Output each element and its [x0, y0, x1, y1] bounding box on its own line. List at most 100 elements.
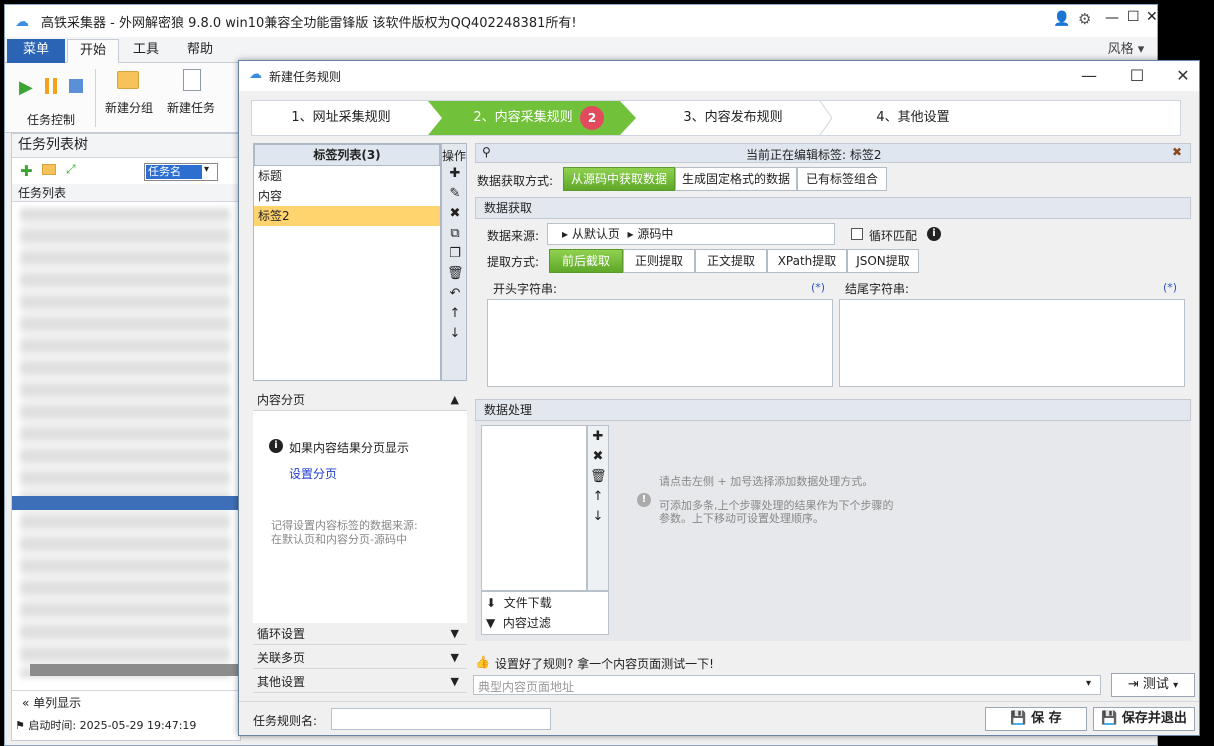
tab-tools[interactable]: 工具 [121, 39, 171, 63]
tab-menu[interactable]: 菜单 [7, 39, 65, 63]
play-icon[interactable]: ▶ [19, 77, 33, 98]
test-url-input[interactable]: 典型内容页面地址 ▾ [473, 675, 1101, 695]
save-exit-button[interactable]: 💾 保存并退出 [1093, 707, 1195, 731]
start-string-label: 开头字符串: [493, 282, 558, 296]
tag-item[interactable]: 标题 [254, 166, 440, 186]
new-group-button[interactable]: 新建分组 [101, 65, 157, 129]
other-settings-label: 其他设置 [257, 675, 306, 689]
arrow-up-icon[interactable]: ↑ [590, 489, 606, 504]
pagination-info: 如果内容结果分页显示 [289, 441, 410, 455]
step-publish-rules[interactable]: 3、内容发布规则 [648, 101, 818, 135]
start-string-input[interactable] [487, 299, 833, 387]
add-icon[interactable]: ✚ [590, 429, 606, 444]
dialog-title: 新建任务规则 [269, 70, 342, 84]
tab-help[interactable]: 帮助 [175, 39, 225, 63]
horizontal-scrollbar[interactable] [30, 664, 238, 676]
info-icon[interactable]: i [927, 227, 941, 241]
undo-icon[interactable]: ↶ [447, 286, 463, 301]
caret-right-icon: ▸ [562, 227, 569, 241]
edit-icon[interactable]: ✎ [447, 186, 463, 201]
pagination-header[interactable]: 内容分页 ▲ [253, 389, 467, 411]
step-content-rules[interactable]: 2、内容采集规则 [448, 101, 598, 135]
file-download-action[interactable]: ⬇ 文件下载 [486, 594, 552, 611]
set-pagination-link[interactable]: 设置分页 [289, 465, 337, 482]
loop-settings-label: 循环设置 [257, 627, 306, 641]
fetch-combine-tags-tab[interactable]: 已有标签组合 [797, 167, 887, 191]
dialog-minimize-button[interactable]: — [1069, 65, 1109, 89]
extract-xpath-tab[interactable]: XPath提取 [767, 249, 847, 273]
extract-regex-tab[interactable]: 正则提取 [623, 249, 695, 273]
new-task-rule-dialog: ☁ 新建任务规则 — ☐ ✕ 1、网址采集规则 2、内容采集规则 2 3、内容发… [238, 60, 1200, 736]
end-string-label: 结尾字符串: [845, 282, 910, 296]
status-bar: ⚑ 启动时间: 2025-05-29 19:47:19 [15, 717, 196, 733]
tag-item-selected[interactable]: 标签2 [254, 206, 440, 226]
user-icon[interactable]: 👤 [1053, 11, 1070, 27]
step-other-settings[interactable]: 4、其他设置 [828, 101, 998, 135]
minimize-button[interactable]: — [1105, 10, 1119, 26]
tag-list-header: 标签列表(3) [254, 144, 440, 166]
rule-name-label: 任务规则名: [253, 714, 318, 728]
task-tree-content[interactable] [20, 208, 230, 678]
filter-select[interactable]: 任务名 ▾ [144, 163, 218, 181]
main-title-bar: ☁ 高铁采集器 - 外网解密狼 9.8.0 win10兼容全功能雷锋版 该软件版… [5, 5, 1158, 37]
gear-icon[interactable]: ⚙ [1078, 10, 1091, 28]
task-tree-panel: 任务列表树 ✚ ⤢ 任务名 ▾ 任务列表 « 单列显示 [11, 133, 241, 741]
tab-start[interactable]: 开始 [67, 39, 119, 63]
dialog-maximize-button[interactable]: ☐ [1117, 65, 1157, 89]
chevron-down-icon: ▾ [1173, 680, 1179, 691]
expand-icon[interactable]: ⤢ [66, 162, 76, 177]
data-processing-header: 数据处理 [475, 399, 1191, 421]
task-list-header: 任务列表 [12, 184, 240, 202]
loop-settings-section[interactable]: 循环设置 ▼ [253, 623, 467, 645]
save-label: 保 存 [1031, 711, 1062, 726]
step-url-rules[interactable]: 1、网址采集规则 [252, 101, 430, 135]
arrow-up-icon[interactable]: ↑ [447, 306, 463, 321]
new-task-label: 新建任务 [167, 101, 216, 115]
close-button[interactable]: ✕ [1146, 9, 1158, 25]
content-filter-action[interactable]: ▼ 内容过滤 [486, 614, 551, 631]
stop-icon[interactable] [69, 79, 83, 93]
tag-list-panel: 标签列表(3) 标题 内容 标签2 [253, 143, 441, 381]
test-button[interactable]: ⇥ 测试 ▾ [1111, 673, 1195, 697]
related-pages-section[interactable]: 关联多页 ▼ [253, 647, 467, 669]
fetch-fixed-format-tab[interactable]: 生成固定格式的数据 [675, 167, 797, 191]
maximize-button[interactable]: ☐ [1127, 9, 1140, 25]
trash-icon[interactable]: 🗑 [447, 266, 464, 281]
add-icon[interactable]: ✚ [447, 166, 463, 181]
tag-ops-toolbar: 操作 ✚ ✎ ✖ ⧉ ❐ 🗑 ↶ ↑ ↓ [441, 143, 467, 381]
copy-icon[interactable]: ⧉ [447, 226, 463, 241]
add-icon[interactable]: ✚ [20, 162, 33, 180]
fetch-from-source-tab[interactable]: 从源码中获取数据 [563, 167, 675, 191]
dialog-close-button[interactable]: ✕ [1163, 65, 1203, 89]
ribbon-divider [95, 69, 96, 127]
rule-name-input[interactable] [331, 708, 551, 730]
delete-icon[interactable]: ✖ [447, 206, 463, 221]
extract-body-tab[interactable]: 正文提取 [695, 249, 767, 273]
arrow-down-icon[interactable]: ↓ [590, 509, 606, 524]
selected-task-row[interactable] [12, 496, 240, 510]
extract-cut-tab[interactable]: 前后截取 [549, 249, 623, 273]
delete-icon[interactable]: ✖ [590, 449, 606, 464]
end-string-input[interactable] [839, 299, 1185, 387]
arrow-down-icon[interactable]: ↓ [447, 326, 463, 341]
paste-icon[interactable]: ❐ [447, 246, 463, 261]
extract-json-tab[interactable]: JSON提取 [847, 249, 919, 273]
new-task-button[interactable]: 新建任务 [163, 65, 219, 129]
source-path-input[interactable]: ▸ 从默认页 ▸ 源码中 [547, 223, 835, 245]
processing-list[interactable] [481, 425, 587, 591]
save-button[interactable]: 💾 保 存 [985, 707, 1087, 731]
loop-match-label: 循环匹配 [869, 229, 918, 243]
trash-icon[interactable]: 🗑 [590, 469, 607, 484]
pause-icon[interactable] [45, 78, 57, 94]
close-icon[interactable]: ✖ [1172, 145, 1182, 159]
chevron-down-icon: ▼ [450, 675, 459, 688]
style-label: 风格 [1107, 42, 1134, 57]
folder-icon[interactable] [42, 164, 56, 175]
other-settings-section[interactable]: 其他设置 ▼ [253, 671, 467, 693]
task-control-label: 任务控制 [27, 113, 76, 127]
info-icon: i [269, 439, 283, 453]
loop-match-checkbox[interactable] [851, 228, 863, 240]
single-column-toggle[interactable]: « 单列显示 [12, 690, 240, 714]
tag-item[interactable]: 内容 [254, 186, 440, 206]
chevron-down-icon[interactable]: ▾ [1086, 678, 1091, 689]
